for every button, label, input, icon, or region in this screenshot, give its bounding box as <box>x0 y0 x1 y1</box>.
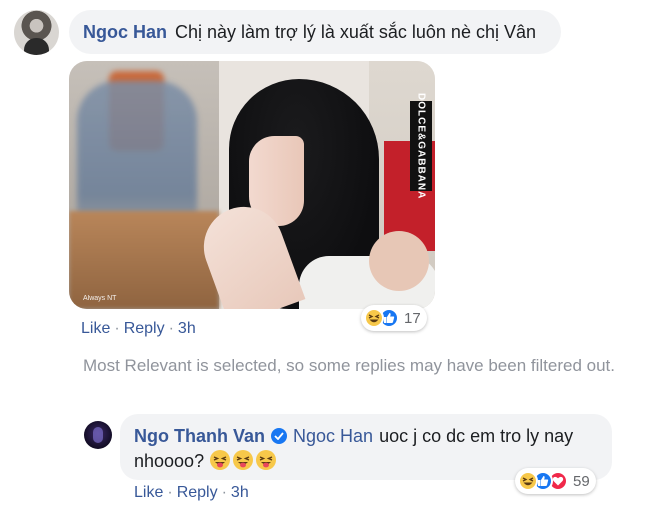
tongue-out-icon <box>210 450 231 470</box>
timestamp-link[interactable]: 3h <box>178 320 196 337</box>
photo-hand <box>369 231 429 291</box>
photo-brand-tag: DOLCE&GABBANA <box>410 93 432 199</box>
separator: · <box>168 320 174 337</box>
avatar-ngoc-han[interactable] <box>14 10 59 55</box>
like-link[interactable]: Like <box>134 484 163 501</box>
timestamp-link[interactable]: 3h <box>231 484 249 501</box>
comment-photo[interactable]: DOLCE&GABBANA Always NT <box>69 61 435 309</box>
comment-actions: Like · Reply · 3h <box>81 320 196 338</box>
tongue-out-icon <box>256 450 277 470</box>
haha-icon <box>518 471 538 491</box>
reply-link[interactable]: Reply <box>177 484 218 501</box>
avatar-ngo-thanh-van[interactable] <box>84 421 112 449</box>
comment-bubble: Ngoc Han Chị này làm trợ lý là xuất sắc … <box>69 10 561 54</box>
tongue-out-icon <box>233 450 254 470</box>
mention-link[interactable]: Ngoc Han <box>293 426 373 446</box>
comment-text: Chị này làm trợ lý là xuất sắc luôn nè c… <box>175 21 536 42</box>
reply-author-link[interactable]: Ngo Thanh Van <box>134 426 265 446</box>
photo-watermark: Always NT <box>83 295 117 302</box>
verified-badge-icon <box>271 428 288 444</box>
reply-link[interactable]: Reply <box>124 320 165 337</box>
reaction-count: 17 <box>404 309 421 327</box>
reaction-summary[interactable]: 59 <box>515 468 596 494</box>
comment-author-link[interactable]: Ngoc Han <box>83 22 167 43</box>
separator: · <box>221 484 227 501</box>
reaction-count: 59 <box>573 472 590 490</box>
reply-actions: Like · Reply · 3h <box>134 484 249 502</box>
reaction-summary[interactable]: 17 <box>361 305 427 331</box>
haha-icon <box>364 308 384 328</box>
separator: · <box>167 484 173 501</box>
separator: · <box>114 320 120 337</box>
like-link[interactable]: Like <box>81 320 110 337</box>
filter-notice: Most Relevant is selected, so some repli… <box>83 356 615 375</box>
